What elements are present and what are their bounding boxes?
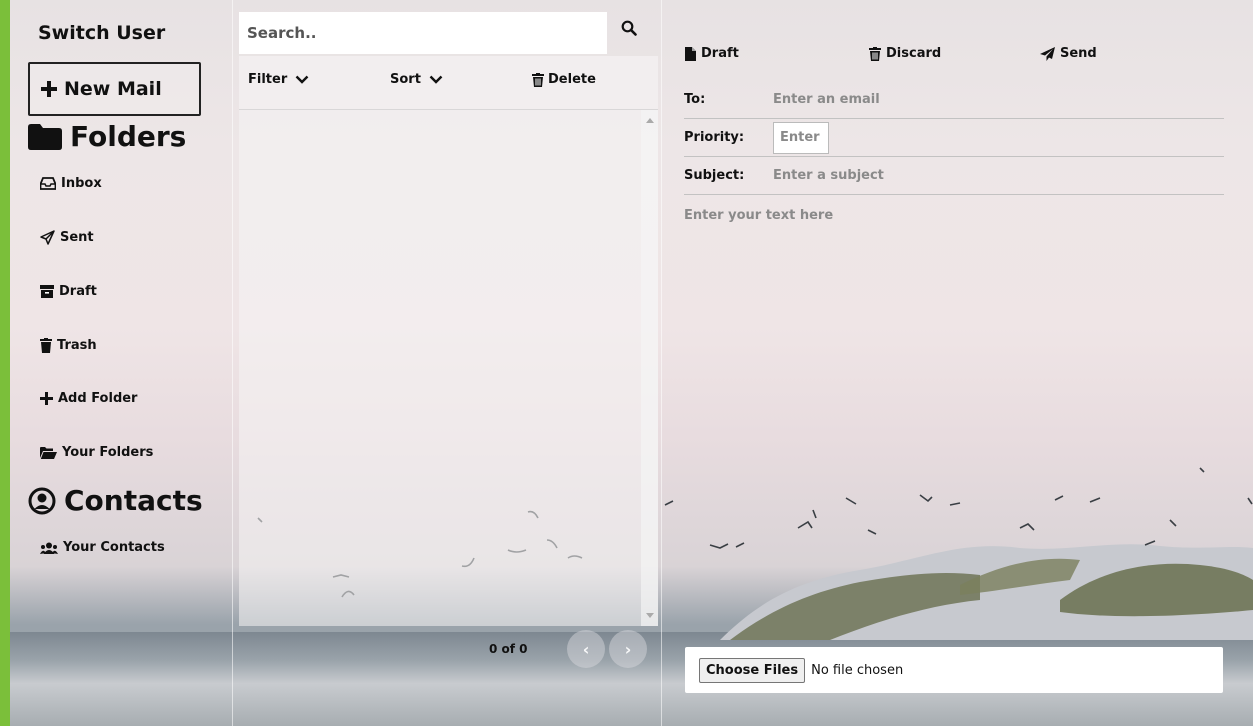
- scroll-up-arrow[interactable]: [646, 118, 654, 123]
- compose-panel: Draft Discard Send To: Priority: Subject…: [663, 0, 1253, 726]
- paper-plane-icon: [40, 230, 55, 245]
- sidebar-item-label: Inbox: [61, 176, 102, 191]
- delete-button[interactable]: Delete: [532, 72, 596, 87]
- mail-list-toolbar: Filter Sort Delete: [239, 56, 658, 110]
- folders-title: Folders: [70, 120, 187, 153]
- to-label: To:: [684, 92, 706, 107]
- search-input[interactable]: [239, 12, 607, 54]
- sidebar: Switch User New Mail Folders Inbox Sent …: [10, 0, 232, 726]
- chevron-right-icon: ›: [624, 639, 632, 659]
- choose-files-button[interactable]: Choose Files: [699, 657, 806, 683]
- sidebar-item-trash[interactable]: Trash: [40, 338, 97, 353]
- sidebar-item-label: Trash: [57, 338, 97, 353]
- sort-dropdown[interactable]: Sort: [390, 72, 443, 87]
- sidebar-item-label: Add Folder: [58, 391, 138, 406]
- folders-heading: Folders: [28, 120, 186, 153]
- file-icon: [685, 46, 696, 61]
- contacts-heading: Contacts: [28, 484, 203, 517]
- folder-icon: [28, 123, 62, 150]
- prev-page-button[interactable]: ‹: [567, 630, 605, 668]
- draft-button[interactable]: Draft: [685, 46, 739, 61]
- left-accent-bar: [0, 0, 10, 726]
- scroll-down-arrow[interactable]: [646, 613, 654, 618]
- sidebar-item-label: Sent: [60, 230, 94, 245]
- filter-dropdown[interactable]: Filter: [248, 72, 309, 87]
- to-input[interactable]: [773, 92, 1173, 107]
- subject-input[interactable]: [773, 168, 1173, 183]
- trash-icon: [40, 338, 52, 353]
- priority-field-row: Priority:: [684, 119, 1224, 157]
- sidebar-item-your-folders[interactable]: Your Folders: [40, 445, 153, 460]
- sidebar-item-inbox[interactable]: Inbox: [40, 176, 102, 191]
- subject-field-row: Subject:: [684, 157, 1224, 195]
- pagination-count: 0 of 0: [489, 642, 528, 656]
- users-icon: [40, 542, 58, 554]
- new-mail-label: New Mail: [64, 78, 162, 100]
- draft-label: Draft: [701, 46, 739, 61]
- search-icon[interactable]: [621, 20, 637, 36]
- attachment-picker: Choose Files No file chosen: [685, 647, 1223, 693]
- file-status: No file chosen: [811, 662, 904, 678]
- filter-label: Filter: [248, 72, 288, 87]
- sort-label: Sort: [390, 72, 421, 87]
- trash-icon: [869, 46, 881, 61]
- plus-icon: [40, 392, 53, 405]
- priority-label: Priority:: [684, 130, 745, 145]
- subject-label: Subject:: [684, 168, 745, 183]
- trash-icon: [532, 72, 544, 87]
- chevron-left-icon: ‹: [582, 639, 590, 659]
- sidebar-item-label: Your Contacts: [63, 540, 165, 555]
- switch-user-link[interactable]: Switch User: [38, 22, 165, 44]
- sidebar-item-your-contacts[interactable]: Your Contacts: [40, 540, 165, 555]
- discard-label: Discard: [886, 46, 942, 61]
- archive-icon: [40, 285, 54, 298]
- new-mail-button[interactable]: New Mail: [28, 62, 201, 116]
- user-circle-icon: [28, 487, 56, 514]
- paper-plane-icon: [1040, 46, 1055, 61]
- mail-list-scrollbar[interactable]: [641, 110, 658, 626]
- sidebar-item-sent[interactable]: Sent: [40, 230, 94, 245]
- sidebar-item-draft[interactable]: Draft: [40, 284, 97, 299]
- folder-open-icon: [40, 446, 57, 459]
- to-field-row: To:: [684, 81, 1224, 119]
- sidebar-item-label: Draft: [59, 284, 97, 299]
- contacts-title: Contacts: [64, 484, 203, 517]
- mail-list: [239, 110, 641, 626]
- message-body-textarea[interactable]: [684, 208, 1224, 628]
- sidebar-item-add-folder[interactable]: Add Folder: [40, 391, 137, 406]
- mail-list-panel: Filter Sort Delete 0 of 0 ‹ ›: [232, 0, 662, 726]
- next-page-button[interactable]: ›: [609, 630, 647, 668]
- send-button[interactable]: Send: [1040, 46, 1097, 61]
- send-label: Send: [1060, 46, 1097, 61]
- inbox-icon: [40, 177, 56, 190]
- chevron-down-icon: [295, 75, 309, 84]
- plus-icon: [41, 81, 57, 97]
- delete-label: Delete: [548, 72, 596, 87]
- discard-button[interactable]: Discard: [869, 46, 941, 61]
- priority-input[interactable]: [773, 121, 829, 154]
- sidebar-item-label: Your Folders: [62, 445, 154, 460]
- chevron-down-icon: [429, 75, 443, 84]
